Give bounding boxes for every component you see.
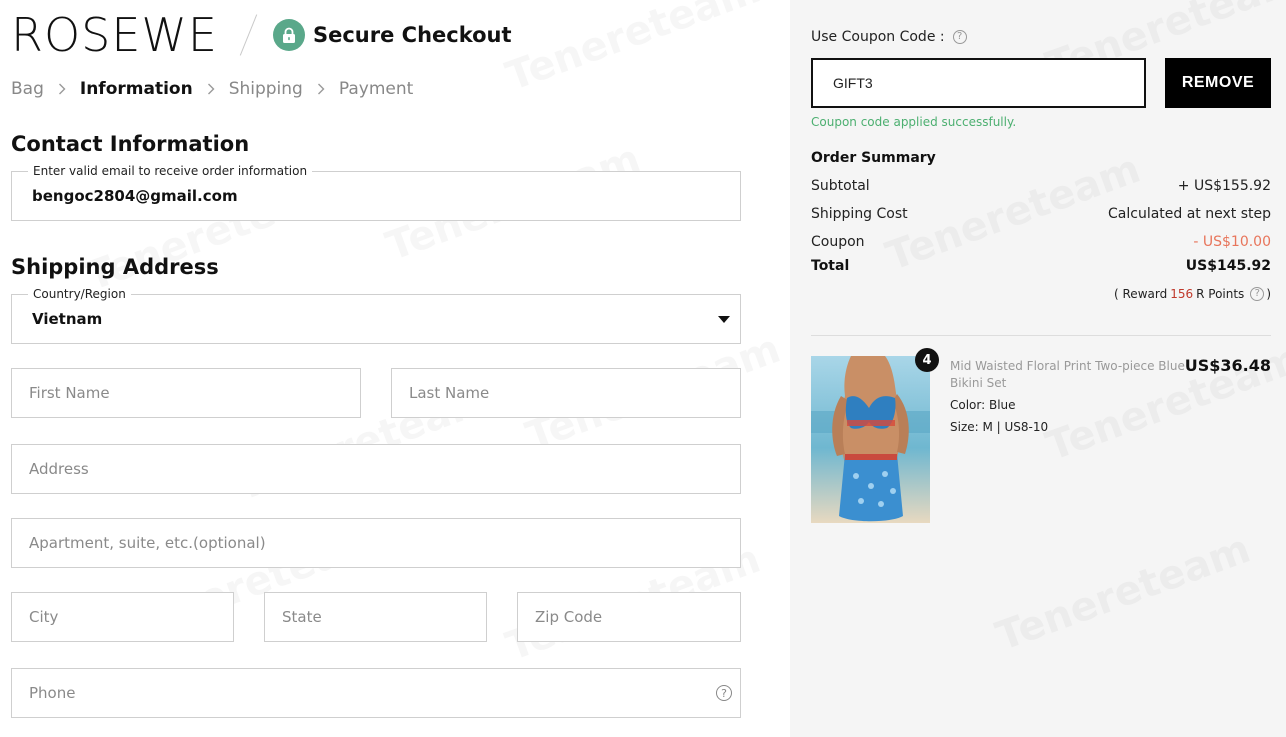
total-label: Total [811,258,850,274]
shipping-cost-row: Shipping Cost Calculated at next step [811,206,1271,222]
product-name[interactable]: Mid Waisted Floral Print Two-piece Blue … [950,358,1185,392]
chevron-right-icon [316,83,326,95]
state-field[interactable]: State [264,592,487,642]
header-divider [239,14,258,56]
phone-field[interactable]: Phone ? [11,668,741,718]
last-name-field[interactable]: Last Name [391,368,741,418]
summary-divider [811,335,1271,336]
city-field[interactable]: City [11,592,234,642]
city-placeholder: City [29,608,59,626]
subtotal-value: + US$155.92 [1177,178,1271,194]
last-name-placeholder: Last Name [409,384,490,402]
email-field-label: Enter valid email to receive order infor… [28,164,313,178]
state-placeholder: State [282,608,322,626]
product-color: Color: Blue [950,398,1016,412]
breadcrumb-information: Information [79,79,193,99]
order-summary-panel: Tenereteam Tenereteam Tenereteam Teneret… [790,0,1286,737]
question-circle-icon[interactable]: ? [716,685,732,701]
reward-close: ) [1266,287,1271,301]
country-select-value: Vietnam [32,310,103,328]
site-header: ROSEWE Secure Checkout [11,12,512,58]
checkout-form-panel: Tenereteam Tenereteam Tenereteam Teneret… [0,0,790,737]
reward-suffix: R Points [1196,287,1245,301]
breadcrumb-shipping: Shipping [228,79,303,99]
total-row: Total US$145.92 [811,258,1271,274]
product-size: Size: M | US8-10 [950,420,1049,434]
watermark: Tenereteam [500,0,766,100]
lock-icon [272,19,305,51]
first-name-placeholder: First Name [29,384,110,402]
coupon-code-value: GIFT3 [833,75,873,91]
chevron-right-icon [57,83,67,95]
apartment-placeholder: Apartment, suite, etc.(optional) [29,534,266,552]
reward-points-value: 156 [1170,287,1194,301]
email-field[interactable]: Enter valid email to receive order infor… [11,164,741,221]
remove-coupon-button[interactable]: REMOVE [1165,58,1271,108]
coupon-code-input[interactable]: GIFT3 [811,58,1146,108]
address-field[interactable]: Address [11,444,741,494]
subtotal-label: Subtotal [811,178,870,194]
apartment-field[interactable]: Apartment, suite, etc.(optional) [11,518,741,568]
total-value: US$145.92 [1185,258,1271,274]
question-circle-icon[interactable]: ? [1250,287,1265,301]
shipping-cost-value: Calculated at next step [1108,206,1271,222]
shipping-cost-label: Shipping Cost [811,206,908,222]
zip-code-field[interactable]: Zip Code [517,592,741,642]
zip-code-placeholder: Zip Code [535,608,603,626]
question-circle-icon[interactable]: ? [952,30,967,44]
product-image[interactable] [811,356,930,523]
breadcrumb-bag[interactable]: Bag [11,79,44,99]
coupon-label: Use Coupon Code : ? [811,29,967,45]
reward-prefix: ( Reward [1114,287,1168,301]
coupon-label-text: Use Coupon Code : [811,29,945,45]
subtotal-row: Subtotal + US$155.92 [811,178,1271,194]
watermark: Tenereteam [990,526,1256,660]
contact-information-title: Contact Information [11,132,250,156]
order-summary-title: Order Summary [811,150,936,166]
caret-down-icon [718,316,730,323]
coupon-discount-label: Coupon [811,234,865,250]
country-select[interactable]: Country/Region Vietnam [11,287,741,344]
email-field-value: bengoc2804@gmail.com [32,187,238,205]
chevron-right-icon [206,83,216,95]
quantity-badge: 4 [915,348,939,372]
breadcrumb: Bag Information Shipping Payment [11,78,413,100]
breadcrumb-payment: Payment [338,79,414,99]
reward-points: ( Reward 156 R Points ? ) [1114,287,1271,301]
rosewe-logo[interactable]: ROSEWE [11,12,218,58]
first-name-field[interactable]: First Name [11,368,361,418]
coupon-discount-value: - US$10.00 [1193,234,1271,250]
address-placeholder: Address [29,460,89,478]
country-select-label: Country/Region [28,287,131,301]
shipping-address-title: Shipping Address [11,255,219,279]
secure-checkout-label: Secure Checkout [312,23,512,47]
coupon-row: Coupon - US$10.00 [811,234,1271,250]
coupon-success-message: Coupon code applied successfully. [811,115,1017,129]
product-price: US$36.48 [1184,356,1271,375]
phone-placeholder: Phone [29,684,76,702]
